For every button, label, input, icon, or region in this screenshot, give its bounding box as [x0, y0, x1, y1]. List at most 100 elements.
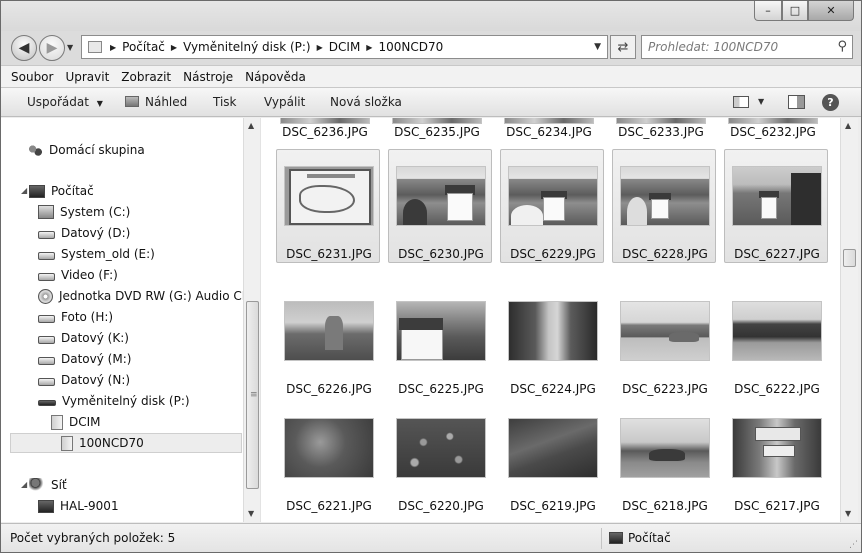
minimize-button[interactable]: –	[754, 1, 782, 21]
sidebar-item-drive-h[interactable]: Foto (H:)	[38, 307, 113, 327]
file-item[interactable]: DSC_6235.JPG	[385, 118, 489, 139]
breadcrumb-dcim[interactable]: DCIM	[329, 40, 361, 54]
folder-icon	[88, 41, 102, 53]
file-name: DSC_6225.JPG	[398, 382, 484, 396]
scroll-up-icon[interactable]: ▲	[248, 121, 254, 130]
hard-drive-icon	[38, 356, 55, 365]
preview-pane-icon[interactable]	[788, 95, 805, 109]
file-item[interactable]: DSC_6233.JPG	[609, 118, 713, 139]
search-box[interactable]: ⚲	[641, 35, 853, 59]
thumbnail	[620, 166, 710, 226]
file-item[interactable]: DSC_6224.JPG	[500, 284, 604, 398]
refresh-button[interactable]: ⇄	[610, 35, 636, 59]
file-item[interactable]: DSC_6219.JPG	[500, 401, 604, 515]
change-view-icon[interactable]	[733, 96, 749, 108]
sidebar-item-computer[interactable]: Počítač	[29, 181, 94, 201]
forward-button[interactable]: ▶	[39, 35, 65, 61]
scroll-down-icon[interactable]: ▼	[845, 509, 851, 518]
breadcrumb-current-folder[interactable]: 100NCD70	[378, 40, 443, 54]
thumbnail	[396, 418, 486, 478]
preview-label: Náhled	[145, 95, 188, 109]
organize-label: Uspořádat	[27, 95, 89, 109]
thumbnail	[732, 418, 822, 478]
file-item[interactable]: DSC_6226.JPG	[276, 284, 380, 398]
file-item[interactable]: DSC_6234.JPG	[497, 118, 601, 139]
scroll-down-icon[interactable]: ▼	[248, 509, 254, 518]
breadcrumb-separator-icon[interactable]: ▶	[317, 43, 323, 52]
title-bar[interactable]: – □ ✕	[1, 1, 861, 31]
sidebar-item-hal-9001[interactable]: HAL-9001	[38, 496, 119, 516]
file-item-selected[interactable]: DSC_6230.JPG	[388, 149, 492, 263]
sidebar-item-drive-e[interactable]: System_old (E:)	[38, 244, 155, 264]
menu-view[interactable]: Zobrazit	[121, 70, 171, 84]
burn-button[interactable]: Vypálit	[264, 95, 305, 109]
dvd-disc-icon	[38, 288, 53, 304]
sidebar-item-drive-n[interactable]: Datový (N:)	[38, 370, 130, 390]
file-name: DSC_6234.JPG	[506, 125, 592, 139]
file-item-selected[interactable]: DSC_6231.JPG	[276, 149, 380, 263]
file-item[interactable]: DSC_6217.JPG	[724, 401, 828, 515]
sidebar-item-drive-p[interactable]: Vyměnitelný disk (P:)	[38, 391, 190, 411]
breadcrumb-separator-icon[interactable]: ▶	[110, 43, 116, 52]
new-folder-button[interactable]: Nová složka	[330, 95, 402, 109]
thumbnail	[280, 118, 370, 124]
file-item[interactable]: DSC_6236.JPG	[273, 118, 377, 139]
breadcrumb-computer[interactable]: Počítač	[122, 40, 165, 54]
print-button[interactable]: Tisk	[213, 95, 237, 109]
close-button[interactable]: ✕	[808, 1, 854, 21]
file-item-selected[interactable]: DSC_6229.JPG	[500, 149, 604, 263]
file-name: DSC_6218.JPG	[622, 499, 708, 513]
scroll-up-icon[interactable]: ▲	[845, 121, 851, 130]
navigation-scrollbar[interactable]: ▲ ≡ ▼	[243, 118, 260, 522]
menu-tools[interactable]: Nástroje	[183, 70, 233, 84]
file-view-scrollbar[interactable]: ▲ ▼	[840, 118, 858, 522]
file-item-selected[interactable]: DSC_6227.JPG	[724, 149, 828, 263]
file-item[interactable]: DSC_6223.JPG	[612, 284, 716, 398]
sidebar-item-network[interactable]: Síť	[29, 475, 67, 495]
menu-help[interactable]: Nápověda	[245, 70, 306, 84]
chevron-down-icon: ▼	[96, 99, 103, 108]
sidebar-item-label: Síť	[51, 478, 67, 492]
sidebar-item-dcim[interactable]: DCIM	[51, 412, 101, 432]
maximize-button[interactable]: □	[782, 1, 808, 21]
file-item[interactable]: DSC_6225.JPG	[388, 284, 492, 398]
menu-edit[interactable]: Upravit	[65, 70, 109, 84]
sidebar-item-homegroup[interactable]: Domácí skupina	[27, 140, 145, 160]
status-bar: Počet vybraných položek: 5 Počítač ⋰	[1, 523, 861, 552]
address-history-dropdown[interactable]: ▼	[594, 42, 601, 52]
expand-arrow-icon[interactable]: ◢	[21, 480, 27, 489]
thumbnail	[508, 301, 598, 361]
sidebar-item-drive-f[interactable]: Video (F:)	[38, 265, 118, 285]
file-item[interactable]: DSC_6221.JPG	[276, 401, 380, 515]
search-input[interactable]	[648, 40, 828, 54]
sidebar-item-drive-g[interactable]: Jednotka DVD RW (G:) Audio CD	[38, 286, 251, 306]
recent-pages-dropdown[interactable]: ▼	[67, 43, 77, 53]
organize-button[interactable]: Uspořádat ▼	[27, 95, 103, 109]
scrollbar-thumb[interactable]: ≡	[246, 301, 259, 489]
menu-file[interactable]: Soubor	[11, 70, 53, 84]
file-item[interactable]: DSC_6232.JPG	[721, 118, 825, 139]
sidebar-item-drive-m[interactable]: Datový (M:)	[38, 349, 131, 369]
preview-button[interactable]: Náhled	[125, 95, 187, 109]
help-icon[interactable]: ?	[822, 94, 839, 111]
sidebar-item-drive-c[interactable]: System (C:)	[38, 202, 130, 222]
thumbnail	[508, 418, 598, 478]
back-button[interactable]: ◀	[11, 35, 37, 61]
sidebar-item-drive-d[interactable]: Datový (D:)	[38, 223, 130, 243]
scrollbar-thumb[interactable]	[843, 249, 856, 267]
resize-grip-icon[interactable]: ⋰	[849, 540, 858, 550]
breadcrumb-separator-icon[interactable]: ▶	[366, 43, 372, 52]
file-item-selected[interactable]: DSC_6228.JPG	[612, 149, 716, 263]
file-item[interactable]: DSC_6222.JPG	[724, 284, 828, 398]
sidebar-item-drive-k[interactable]: Datový (K:)	[38, 328, 129, 348]
file-item[interactable]: DSC_6220.JPG	[388, 401, 492, 515]
file-name: DSC_6236.JPG	[282, 125, 368, 139]
view-options-dropdown[interactable]: ▼	[758, 97, 764, 106]
address-bar[interactable]: ▶ Počítač ▶ Vyměnitelný disk (P:) ▶ DCIM…	[81, 35, 608, 59]
breadcrumb-removable-disk[interactable]: Vyměnitelný disk (P:)	[183, 40, 311, 54]
breadcrumb-separator-icon[interactable]: ▶	[171, 43, 177, 52]
sidebar-item-100ncd70[interactable]: 100NCD70	[10, 433, 242, 453]
file-item[interactable]: DSC_6218.JPG	[612, 401, 716, 515]
expand-arrow-icon[interactable]: ◢	[21, 186, 27, 195]
search-icon[interactable]: ⚲	[837, 39, 847, 54]
